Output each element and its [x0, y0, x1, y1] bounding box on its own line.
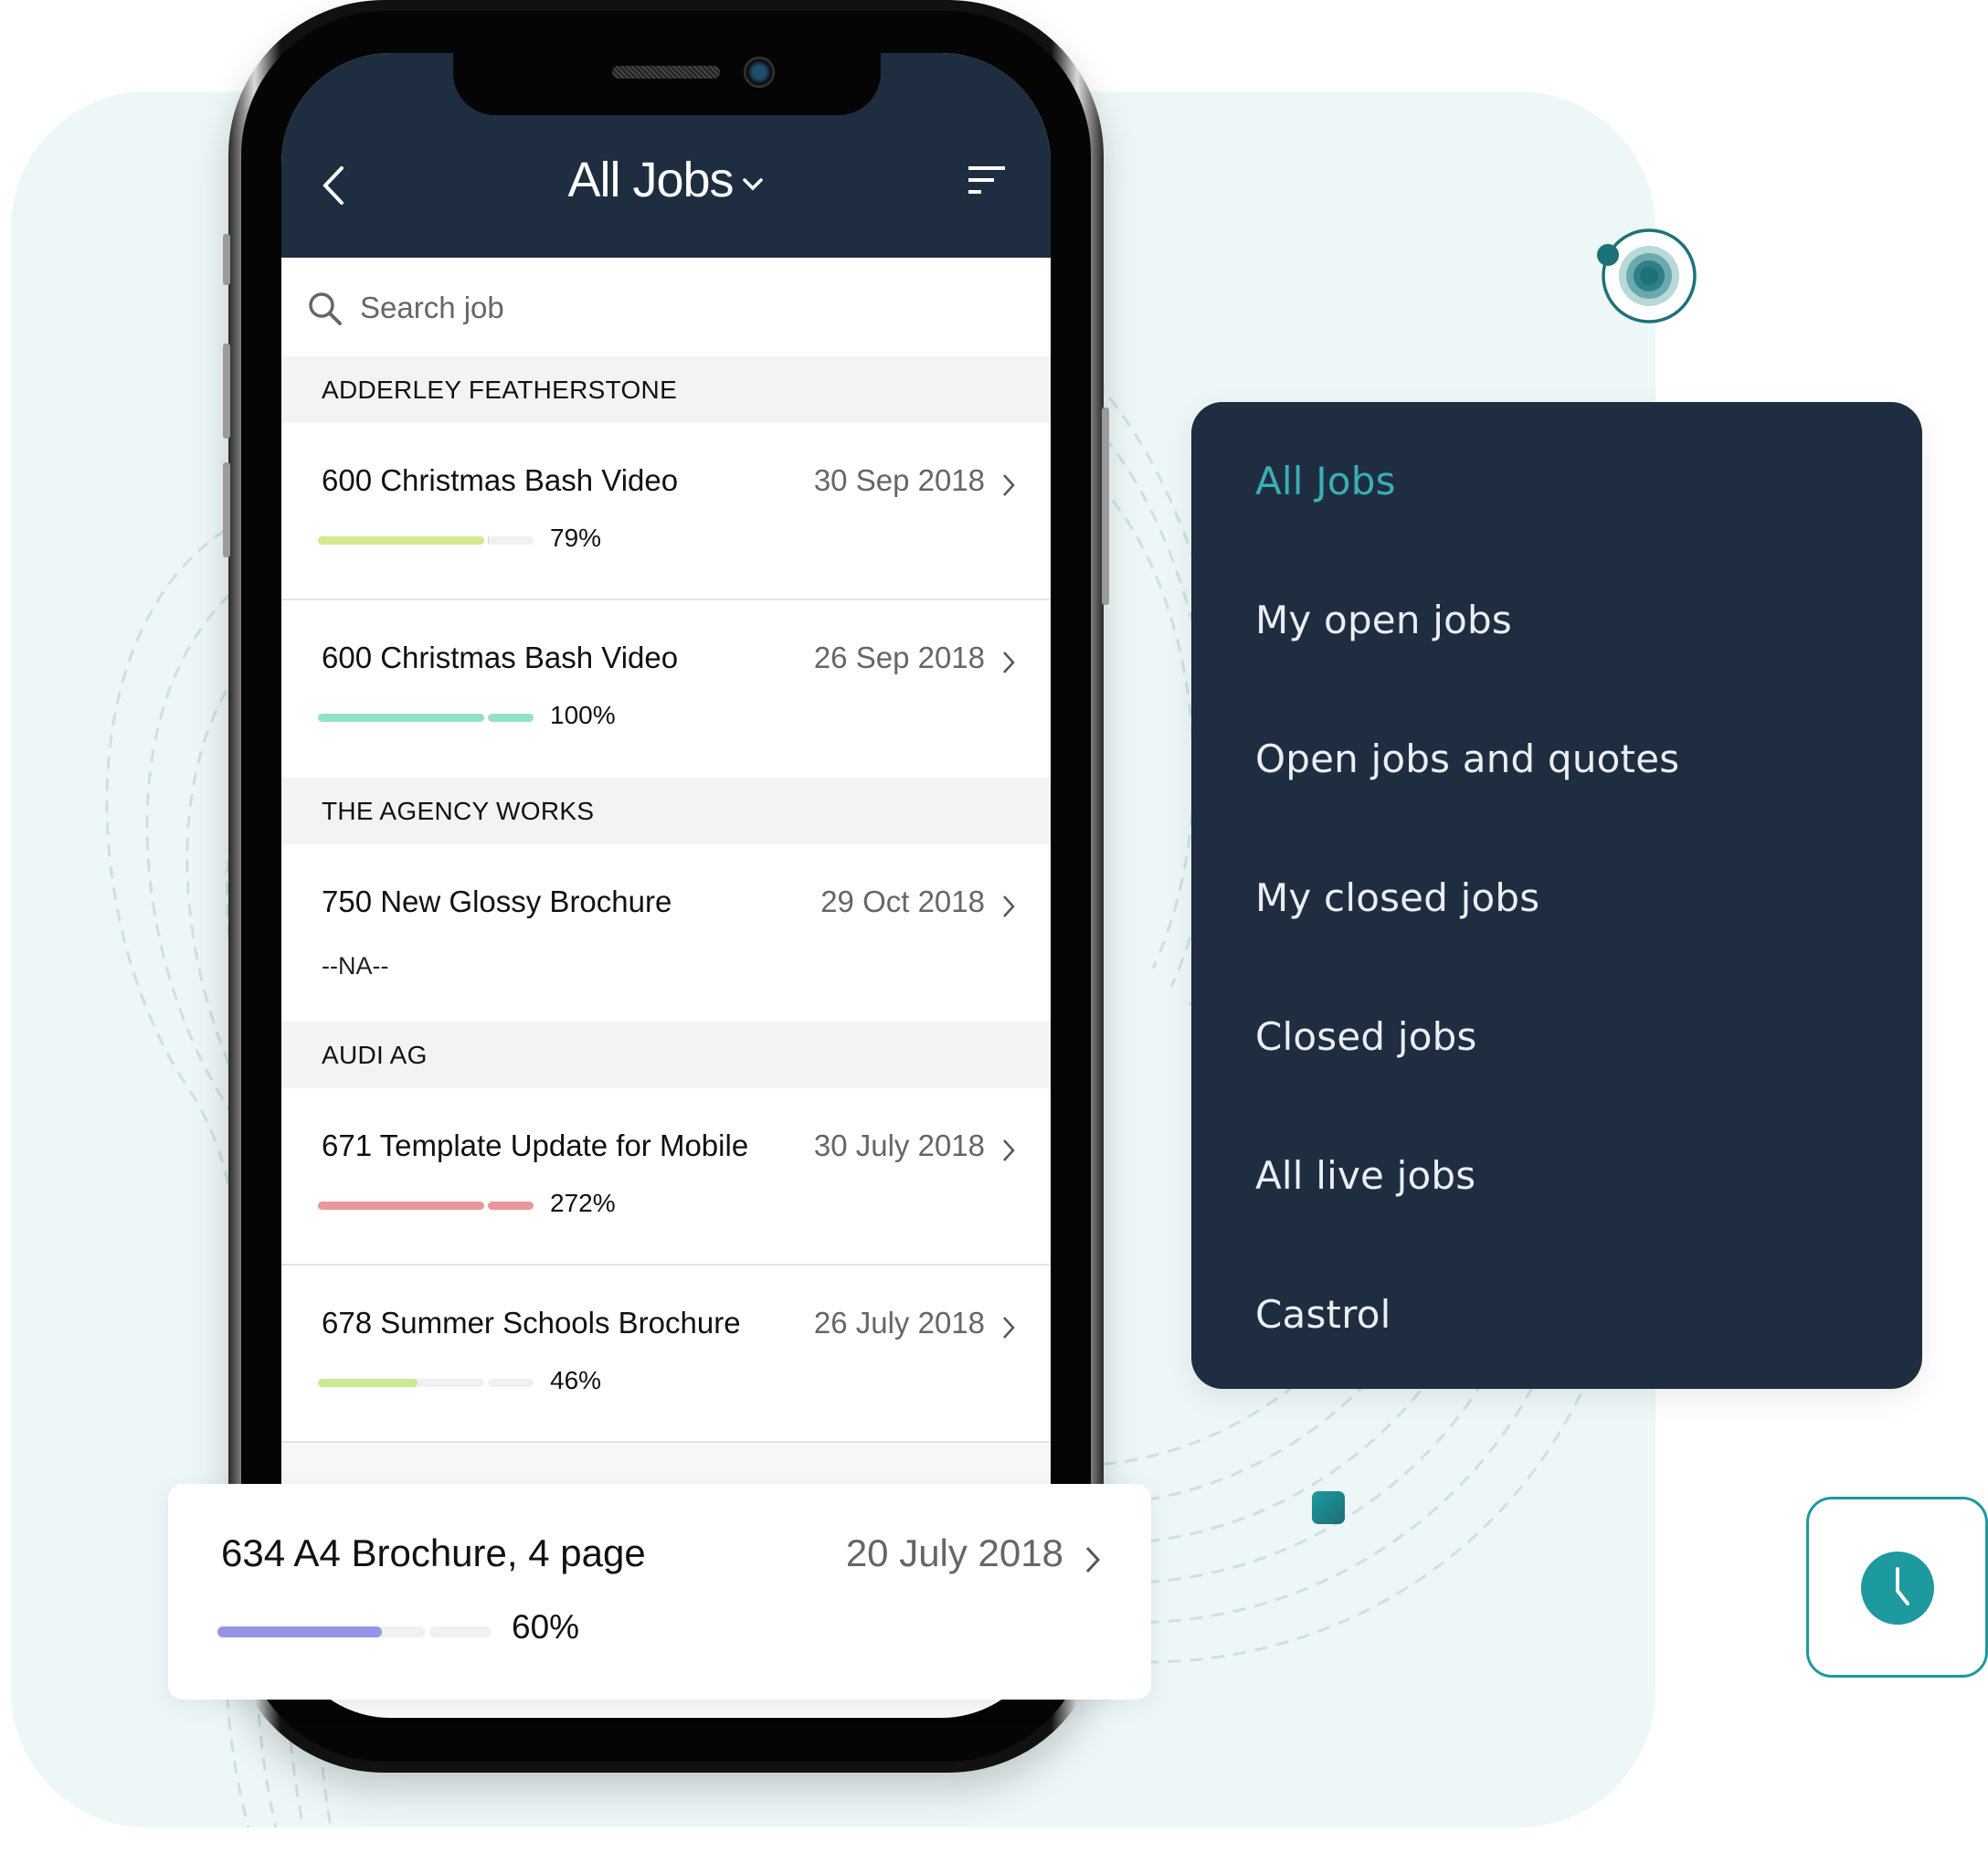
chevron-right-icon: [1085, 1546, 1101, 1573]
phone-screen: All Jobs ADDERLEY FEATHERSTONE 600 Chris…: [281, 53, 1051, 1718]
menu-item-all-jobs[interactable]: All Jobs: [1255, 459, 1396, 503]
progress-fill: [318, 714, 484, 722]
job-row[interactable]: 678 Summer Schools Brochure 26 July 2018…: [281, 1266, 1051, 1443]
menu-item-my-open-jobs[interactable]: My open jobs: [1255, 598, 1512, 642]
phone-power-button: [1102, 408, 1109, 605]
progress-fill: [217, 1626, 382, 1637]
progress-fill: [488, 714, 534, 722]
progress-fill: [488, 1202, 534, 1210]
menu-item-open-jobs-and-quotes[interactable]: Open jobs and quotes: [1255, 736, 1679, 781]
chevron-right-icon: [1003, 651, 1015, 673]
job-row[interactable]: 600 Christmas Bash Video 30 Sep 2018 79%: [281, 423, 1051, 600]
chevron-right-icon: [1003, 895, 1015, 917]
progress-bar: [318, 536, 534, 545]
chevron-right-icon: [1003, 474, 1015, 496]
client-section-header: ADDERLEY FEATHERSTONE: [281, 356, 1051, 423]
progress-not-available: --NA--: [322, 952, 389, 980]
client-section-header: THE AGENCY WORKS: [281, 778, 1051, 844]
job-row[interactable]: 671 Template Update for Mobile 30 July 2…: [281, 1088, 1051, 1266]
progress-bar: [318, 714, 534, 722]
clock-icon: [1861, 1552, 1934, 1625]
phone-volume-down-button: [223, 462, 230, 557]
progress-fill: [318, 1379, 418, 1387]
chevron-right-icon: [1003, 1317, 1015, 1339]
view-selector[interactable]: All Jobs: [281, 152, 1051, 208]
chevron-right-icon: [1003, 1139, 1015, 1161]
progress-percent: 46%: [550, 1366, 602, 1394]
job-title: 600 Christmas Bash Video: [322, 641, 679, 674]
menu-item-my-closed-jobs[interactable]: My closed jobs: [1255, 875, 1539, 920]
menu-item-closed-jobs[interactable]: Closed jobs: [1255, 1014, 1477, 1059]
progress-bar: [318, 1202, 534, 1210]
job-title: 634 A4 Brochure, 4 page: [221, 1531, 646, 1574]
progress-fill: [318, 1202, 484, 1210]
job-date: 30 July 2018: [813, 1128, 985, 1162]
menu-item-castrol[interactable]: Castrol: [1255, 1292, 1391, 1337]
phone-notch: [453, 51, 881, 115]
client-section-header: AUDI AG: [281, 1022, 1051, 1088]
progress-percent: 100%: [550, 701, 616, 729]
job-date: 30 Sep 2018: [813, 463, 985, 497]
job-date: 29 Oct 2018: [820, 885, 985, 918]
menu-item-all-live-jobs[interactable]: All live jobs: [1255, 1153, 1475, 1198]
front-camera: [744, 57, 775, 88]
search-input[interactable]: [358, 278, 1001, 338]
job-title: 671 Template Update for Mobile: [322, 1128, 749, 1162]
decorative-square: [1312, 1491, 1345, 1524]
job-title: 678 Summer Schools Brochure: [322, 1306, 741, 1340]
progress-bar: [318, 1379, 534, 1387]
chevron-down-icon: [742, 177, 763, 191]
sort-icon[interactable]: [965, 163, 1009, 199]
progress-percent: 272%: [550, 1189, 616, 1217]
job-filter-menu: All Jobs My open jobs Open jobs and quot…: [1191, 402, 1922, 1389]
job-row[interactable]: 750 New Glossy Brochure 29 Oct 2018 --NA…: [281, 844, 1051, 1022]
job-date: 20 July 2018: [845, 1531, 1063, 1574]
progress-fill: [318, 536, 484, 545]
search-icon: [309, 292, 342, 325]
phone-mute-switch: [223, 234, 230, 285]
progress-percent: 60%: [512, 1608, 580, 1646]
progress-bar: [217, 1626, 492, 1637]
job-title: 600 Christmas Bash Video: [322, 463, 679, 497]
job-row[interactable]: 600 Christmas Bash Video 26 Sep 2018 100…: [281, 600, 1051, 778]
time-tracking-card[interactable]: [1806, 1497, 1988, 1678]
progress-percent: 79%: [550, 524, 602, 552]
job-title: 750 New Glossy Brochure: [322, 885, 672, 918]
target-icon: [1597, 228, 1697, 323]
search-bar: [281, 258, 1051, 356]
page-title: All Jobs: [567, 153, 734, 207]
phone-volume-up-button: [223, 344, 230, 439]
job-date: 26 July 2018: [813, 1306, 985, 1340]
speaker-grille: [612, 66, 720, 79]
job-date: 26 Sep 2018: [813, 641, 985, 674]
highlighted-job-card[interactable]: 634 A4 Brochure, 4 page 20 July 2018 60%: [168, 1484, 1151, 1700]
job-list: ADDERLEY FEATHERSTONE 600 Christmas Bash…: [281, 356, 1051, 1552]
